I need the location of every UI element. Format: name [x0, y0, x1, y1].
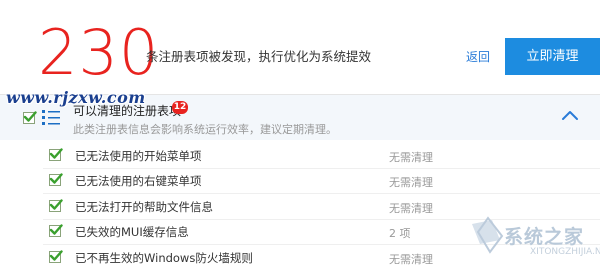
- group-checkbox[interactable]: [23, 111, 37, 124]
- item-status: 无需清理: [389, 202, 433, 215]
- chevron-up-icon[interactable]: [561, 109, 579, 121]
- list-icon: [42, 110, 60, 125]
- item-status: 2 项: [389, 227, 411, 240]
- group-count-badge: 12: [172, 101, 188, 114]
- check-icon: [49, 199, 63, 210]
- item-status: 无需清理: [389, 151, 433, 164]
- item-checkbox[interactable]: [49, 199, 63, 212]
- item-label: 已无法使用的右键菜单项: [75, 174, 202, 188]
- result-header: 230 条注册表项被发现，执行优化为系统提效 返回 立即清理: [0, 0, 600, 95]
- item-checkbox[interactable]: [49, 173, 63, 186]
- clean-now-button[interactable]: 立即清理: [505, 38, 600, 75]
- list-item[interactable]: 已无法使用的右键菜单项 无需清理: [0, 168, 600, 193]
- check-icon: [49, 224, 63, 235]
- group-description: 此类注册表信息会影响系统运行效率，建议定期清理。: [73, 123, 337, 136]
- item-label: 已失效的MUI缓存信息: [75, 225, 189, 239]
- logo-watermark-url: XITONGZHIJIA.NET: [530, 247, 600, 257]
- group-title: 可以清理的注册表项: [73, 104, 182, 118]
- back-link[interactable]: 返回: [466, 48, 490, 65]
- check-icon: [49, 148, 63, 159]
- item-label: 已无法打开的帮助文件信息: [75, 200, 213, 214]
- logo-watermark-text: 系统之家: [504, 226, 585, 248]
- result-summary: 条注册表项被发现，执行优化为系统提效: [146, 49, 372, 64]
- check-icon: [23, 111, 37, 122]
- found-count: 230: [38, 16, 160, 89]
- item-label: 已无法使用的开始菜单项: [75, 149, 202, 163]
- item-label: 已不再生效的Windows防火墙规则: [75, 251, 253, 265]
- check-icon: [49, 250, 63, 261]
- item-status: 无需清理: [389, 253, 433, 266]
- item-checkbox[interactable]: [49, 250, 63, 263]
- item-status: 无需清理: [389, 176, 433, 189]
- item-checkbox[interactable]: [49, 224, 63, 237]
- item-checkbox[interactable]: [49, 148, 63, 161]
- check-icon: [49, 173, 63, 184]
- list-item[interactable]: 已无法使用的开始菜单项 无需清理: [0, 143, 600, 168]
